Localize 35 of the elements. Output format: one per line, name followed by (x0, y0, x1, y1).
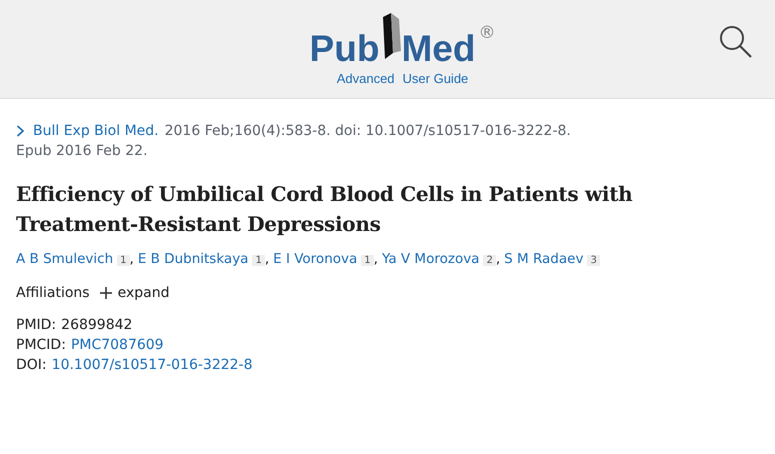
header-link[interactable]: User Guide (402, 70, 468, 86)
header-link[interactable]: Advanced (336, 70, 395, 86)
identifier-link[interactable]: PMC7087609 (70, 337, 164, 353)
chevron-icon (16, 125, 25, 137)
logo-text[interactable]: Pub (310, 28, 380, 68)
separator: , (496, 251, 500, 267)
affiliation-number[interactable]: 1 (117, 255, 130, 266)
citation-details: 2016 Feb;160(4):583-8. doi: 10.1007/s10517-016-3222-8. (164, 123, 571, 139)
identifier-label: PMID: (16, 317, 56, 333)
registered-mark: ® (478, 22, 496, 42)
article-title: Efficiency of Umbilical Cord Blood Cells in Patients with Treatment-Resistant Depressions (16, 181, 634, 238)
affiliation-number[interactable]: 2 (483, 255, 496, 266)
identifier-label: PMCID: (16, 337, 66, 353)
epub-date: Epub 2016 Feb 22. (16, 143, 149, 159)
affiliations-label: Affiliations (16, 285, 90, 301)
identifier-label: DOI: (16, 357, 47, 373)
expand-toggle[interactable]: expand (98, 285, 172, 301)
affiliation-number[interactable]: 1 (252, 255, 265, 266)
author-link[interactable]: E B Dubnitskaya (138, 251, 248, 267)
affiliation-number[interactable]: 3 (587, 255, 600, 266)
author-link[interactable]: A B Smulevich (16, 251, 114, 267)
search-icon[interactable] (719, 25, 753, 59)
separator: , (264, 251, 270, 267)
logo-text[interactable]: Med (401, 28, 476, 68)
identifier-value: 26899842 (61, 317, 132, 333)
author-link[interactable]: S M Radaev (504, 251, 584, 267)
book-icon (381, 12, 404, 58)
author-link[interactable]: Ya V Morozova (382, 251, 480, 267)
plus-icon (100, 287, 112, 299)
identifier-link[interactable]: 10.1007/s10517-016-3222-8 (52, 357, 253, 373)
author-link[interactable]: E I Voronova (273, 251, 358, 267)
affiliation-number[interactable]: 1 (361, 255, 374, 266)
journal-link[interactable]: Bull Exp Biol Med. (33, 123, 159, 139)
separator: , (374, 251, 378, 267)
separator: , (130, 251, 134, 267)
